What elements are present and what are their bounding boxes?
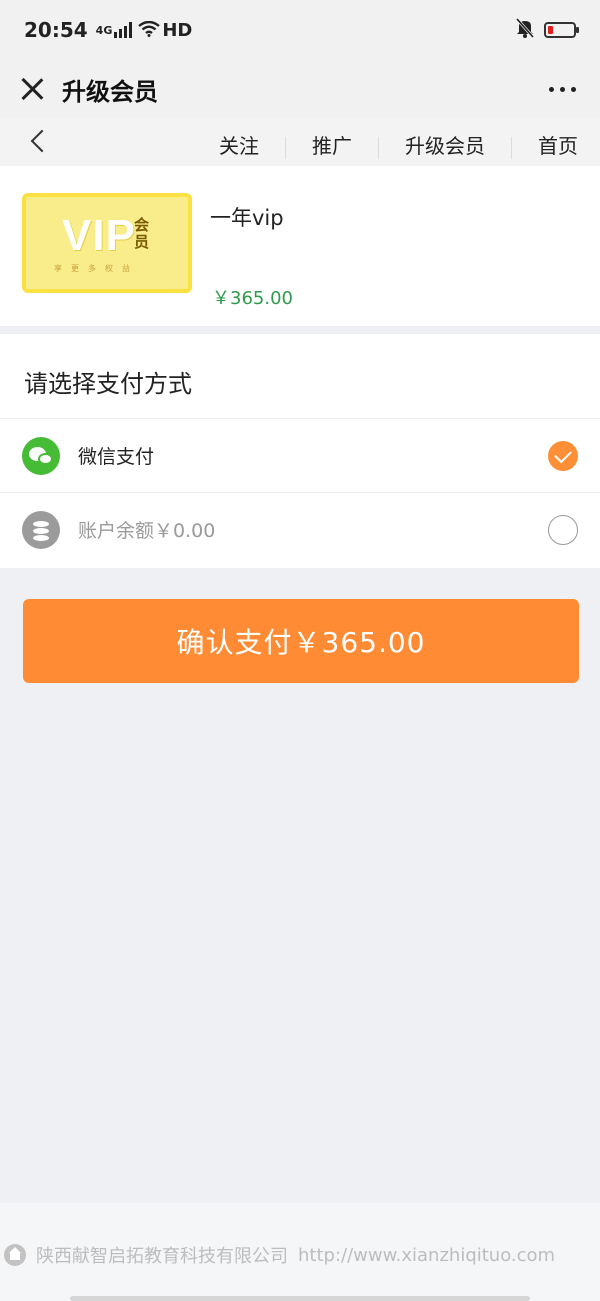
home-icon	[4, 1244, 26, 1266]
footer-text: 陕西献智启拓教育科技有限公司 http://www.xianzhiqituo.c…	[4, 1242, 555, 1268]
nav-links: 关注 推广 升级会员 首页	[219, 118, 600, 166]
footer-url[interactable]: http://www.xianzhiqituo.com	[298, 1245, 555, 1266]
signal-icon	[114, 22, 133, 38]
gesture-bar	[70, 1296, 530, 1301]
product-price: ￥365.00	[212, 288, 293, 309]
confirm-payment-button[interactable]: 确认支付￥365.00	[23, 599, 579, 683]
checked-icon[interactable]	[548, 440, 578, 471]
section-divider	[0, 326, 600, 334]
payment-heading: 请选择支付方式	[24, 370, 192, 398]
vip-card-subtitle: 享更多权益	[54, 264, 139, 273]
hd-indicator: HD	[162, 19, 193, 41]
close-icon[interactable]	[18, 75, 46, 103]
status-time: 20:54	[24, 18, 88, 42]
payment-option-label: 微信支付	[78, 446, 155, 468]
payment-option-balance[interactable]: 账户余额￥0.00	[0, 492, 600, 566]
footer-company: 陕西献智启拓教育科技有限公司	[36, 1246, 288, 1267]
battery-icon	[544, 22, 579, 38]
vip-card-image: VIP 会员 享更多权益	[22, 193, 192, 293]
nav-link-home[interactable]: 首页	[512, 134, 578, 158]
page-title: 升级会员	[62, 77, 158, 106]
wifi-icon	[138, 18, 161, 42]
back-icon[interactable]	[28, 130, 52, 154]
wechat-icon	[22, 436, 60, 475]
payment-option-wechat[interactable]: 微信支付	[0, 418, 600, 492]
unchecked-radio-icon[interactable]	[548, 514, 578, 545]
payment-page: 20:54 4G HD 升级会员 关注 推广 升级会员 首页 VIP 会员 享更…	[0, 0, 600, 1301]
battery-level	[548, 26, 553, 34]
nav-link-upgrade[interactable]: 升级会员	[379, 134, 511, 158]
payment-method-section: 请选择支付方式 微信支付 账户余额￥0.00	[0, 334, 600, 568]
product-card: VIP 会员 享更多权益 一年vip ￥365.00	[0, 166, 600, 326]
vip-card-member: 会员	[134, 216, 150, 251]
product-name: 一年vip	[210, 206, 284, 230]
status-right	[515, 17, 579, 43]
payment-option-label: 账户余额￥0.00	[78, 520, 216, 542]
title-bar: 升级会员	[0, 60, 600, 118]
network-type: 4G	[95, 23, 113, 37]
nav-link-follow[interactable]: 关注	[219, 134, 285, 158]
vip-card-text: VIP	[62, 211, 136, 260]
site-nav: 关注 推广 升级会员 首页	[0, 118, 600, 166]
mute-bell-icon	[515, 17, 535, 43]
coins-icon	[22, 510, 60, 549]
more-icon[interactable]	[543, 77, 582, 102]
nav-link-promote[interactable]: 推广	[286, 134, 378, 158]
status-bar: 20:54 4G HD	[0, 0, 600, 60]
